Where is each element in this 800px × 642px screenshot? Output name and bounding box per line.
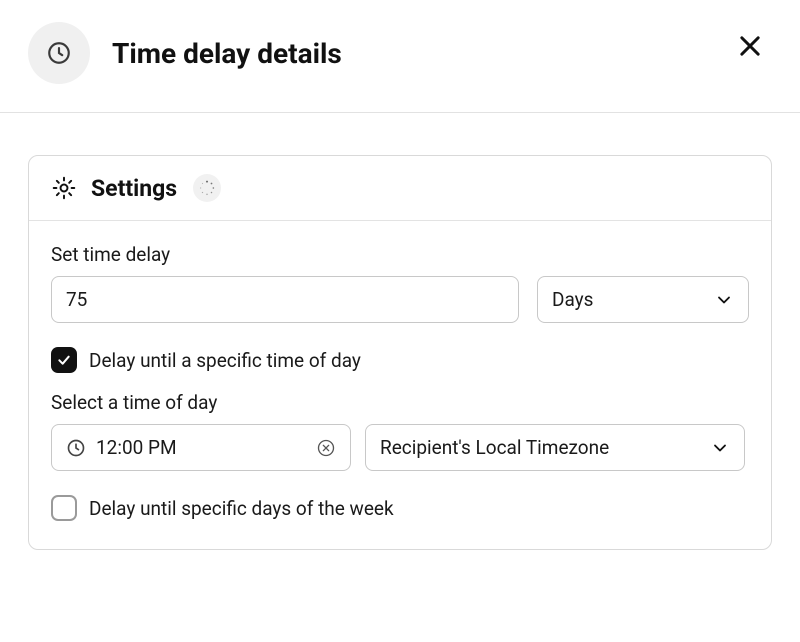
- clear-icon[interactable]: [316, 438, 336, 458]
- delay-time-checkbox-row: Delay until a specific time of day: [51, 347, 749, 373]
- delay-label: Set time delay: [51, 243, 749, 266]
- timezone-select[interactable]: Recipient's Local Timezone: [365, 424, 745, 471]
- loading-icon: [198, 179, 216, 197]
- delay-time-checkbox[interactable]: [51, 347, 77, 373]
- check-icon: [56, 352, 72, 368]
- time-input[interactable]: 12:00 PM: [51, 424, 351, 471]
- dialog-header: Time delay details: [0, 0, 800, 112]
- clock-icon: [66, 438, 86, 458]
- settings-card: Settings Set time delay: [28, 155, 772, 550]
- card-header: Settings: [29, 156, 771, 221]
- delay-days-checkbox-row: Delay until specific days of the week: [51, 495, 749, 521]
- clock-icon: [46, 40, 72, 66]
- unit-select[interactable]: Days: [537, 276, 749, 323]
- delay-input-wrapper: [51, 276, 519, 323]
- delay-row: Days: [51, 276, 749, 323]
- chevron-down-icon: [714, 290, 734, 310]
- delay-days-checkbox[interactable]: [51, 495, 77, 521]
- time-row: 12:00 PM Recipient's Local Timezone: [51, 424, 749, 471]
- time-value: 12:00 PM: [96, 436, 306, 459]
- chevron-down-icon: [710, 438, 730, 458]
- card-body: Set time delay Days Delay: [29, 221, 771, 549]
- dialog-title: Time delay details: [112, 37, 342, 70]
- delay-days-checkbox-label: Delay until specific days of the week: [89, 497, 394, 520]
- close-button[interactable]: [732, 28, 768, 67]
- close-icon: [736, 32, 764, 60]
- loading-indicator: [193, 174, 221, 202]
- dialog-content: Settings Set time delay: [0, 113, 800, 550]
- delay-time-checkbox-label: Delay until a specific time of day: [89, 349, 361, 372]
- clock-icon-circle: [28, 22, 90, 84]
- delay-input[interactable]: [66, 288, 504, 311]
- time-label: Select a time of day: [51, 391, 749, 414]
- timezone-select-value: Recipient's Local Timezone: [380, 436, 609, 459]
- unit-select-value: Days: [552, 288, 593, 311]
- card-title: Settings: [91, 175, 177, 202]
- gear-icon: [51, 175, 77, 201]
